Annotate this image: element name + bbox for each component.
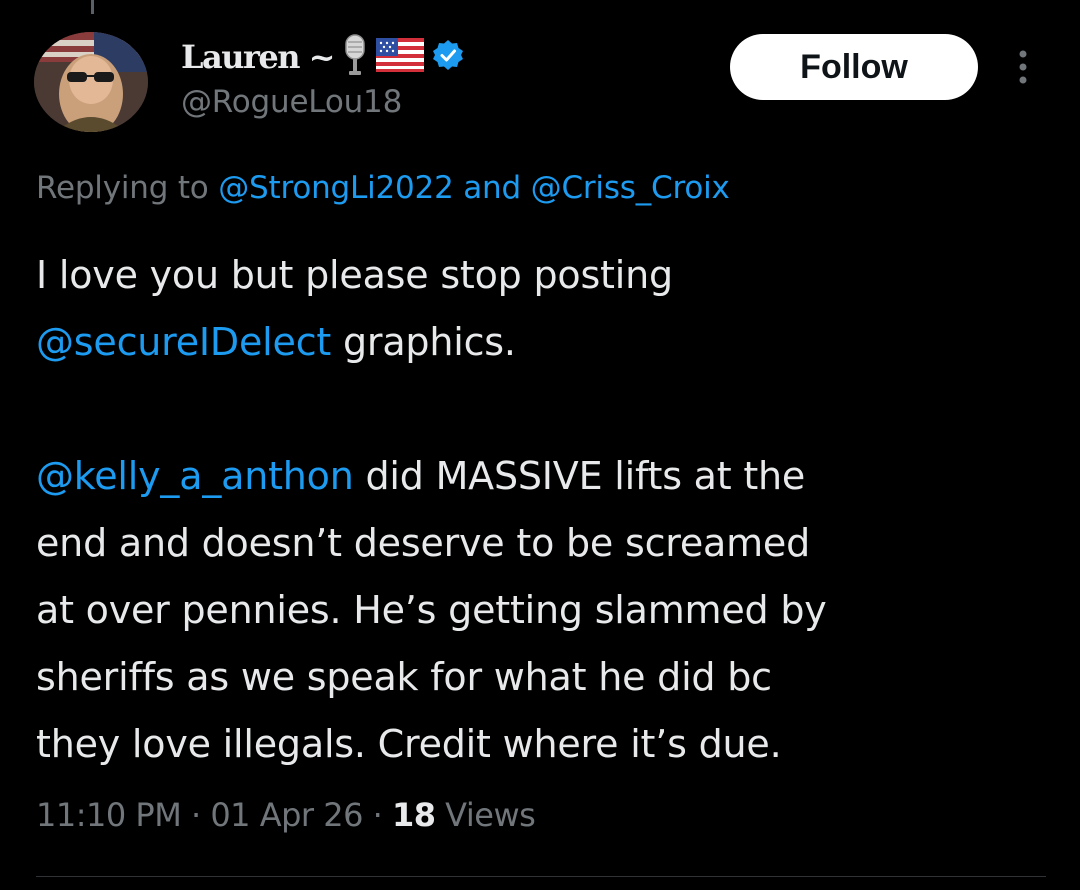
author-display-name[interactable]: Lauren ~ bbox=[181, 38, 335, 76]
replying-to-prefix: Replying to bbox=[36, 170, 219, 206]
reply-mention-link[interactable]: @StrongLi2022 bbox=[218, 170, 454, 206]
tweet-line: at over pennies. He’s getting slammed by bbox=[36, 577, 1056, 644]
views-label: Views bbox=[435, 796, 536, 834]
more-options-icon[interactable] bbox=[1013, 48, 1033, 88]
reply-mention-link[interactable]: @Criss_Croix bbox=[531, 170, 730, 206]
avatar-image bbox=[34, 32, 148, 132]
author-handle[interactable]: @RogueLou18 bbox=[181, 84, 402, 120]
avatar[interactable] bbox=[34, 32, 148, 132]
follow-button[interactable]: Follow bbox=[730, 34, 978, 100]
tweet-meta: 11:10 PM · 01 Apr 26 · 18 Views bbox=[36, 796, 536, 834]
tweet-line: they love illegals. Credit where it’s du… bbox=[36, 711, 1056, 778]
tweet-text-span: I love you but please stop posting bbox=[36, 253, 673, 297]
tweet-date[interactable]: 01 Apr 26 bbox=[210, 796, 363, 834]
tweet-line: @kelly_a_anthon did MASSIVE lifts at the bbox=[36, 443, 1056, 510]
author-name-row[interactable]: Lauren ~ bbox=[181, 34, 464, 80]
tweet-line: I love you but please stop posting bbox=[36, 242, 1056, 309]
tweet-text-span: graphics. bbox=[331, 320, 516, 364]
reply-and-separator: and bbox=[453, 170, 531, 206]
tweet-text: I love you but please stop posting @secu… bbox=[36, 242, 1056, 778]
views-count[interactable]: 18 bbox=[392, 796, 436, 834]
tweet-line: @secureIDelect graphics. bbox=[36, 309, 1056, 376]
mention-link[interactable]: @secureIDelect bbox=[36, 320, 331, 364]
microphone-icon bbox=[342, 33, 368, 81]
verified-badge-icon[interactable] bbox=[432, 39, 464, 75]
meta-separator: · bbox=[362, 796, 392, 834]
tweet-text-span: at over pennies. He’s getting slammed by bbox=[36, 588, 827, 632]
tweet-line: end and doesn’t deserve to be screamed bbox=[36, 510, 1056, 577]
tweet-text-span: they love illegals. Credit where it’s du… bbox=[36, 722, 782, 766]
meta-separator: · bbox=[181, 796, 211, 834]
tweet-text-span: did MASSIVE lifts at the bbox=[353, 454, 806, 498]
divider bbox=[36, 876, 1046, 877]
replying-to-line: Replying to @StrongLi2022 and @Criss_Cro… bbox=[36, 170, 730, 206]
tweet-text-span: sheriffs as we speak for what he did bc bbox=[36, 655, 772, 699]
mention-link[interactable]: @kelly_a_anthon bbox=[36, 454, 354, 498]
tweet-text-span: end and doesn’t deserve to be screamed bbox=[36, 521, 811, 565]
us-flag-icon bbox=[375, 38, 424, 76]
tweet-time[interactable]: 11:10 PM bbox=[36, 796, 182, 834]
tweet-line: sheriffs as we speak for what he did bc bbox=[36, 644, 1056, 711]
thread-connector-line bbox=[91, 0, 94, 14]
